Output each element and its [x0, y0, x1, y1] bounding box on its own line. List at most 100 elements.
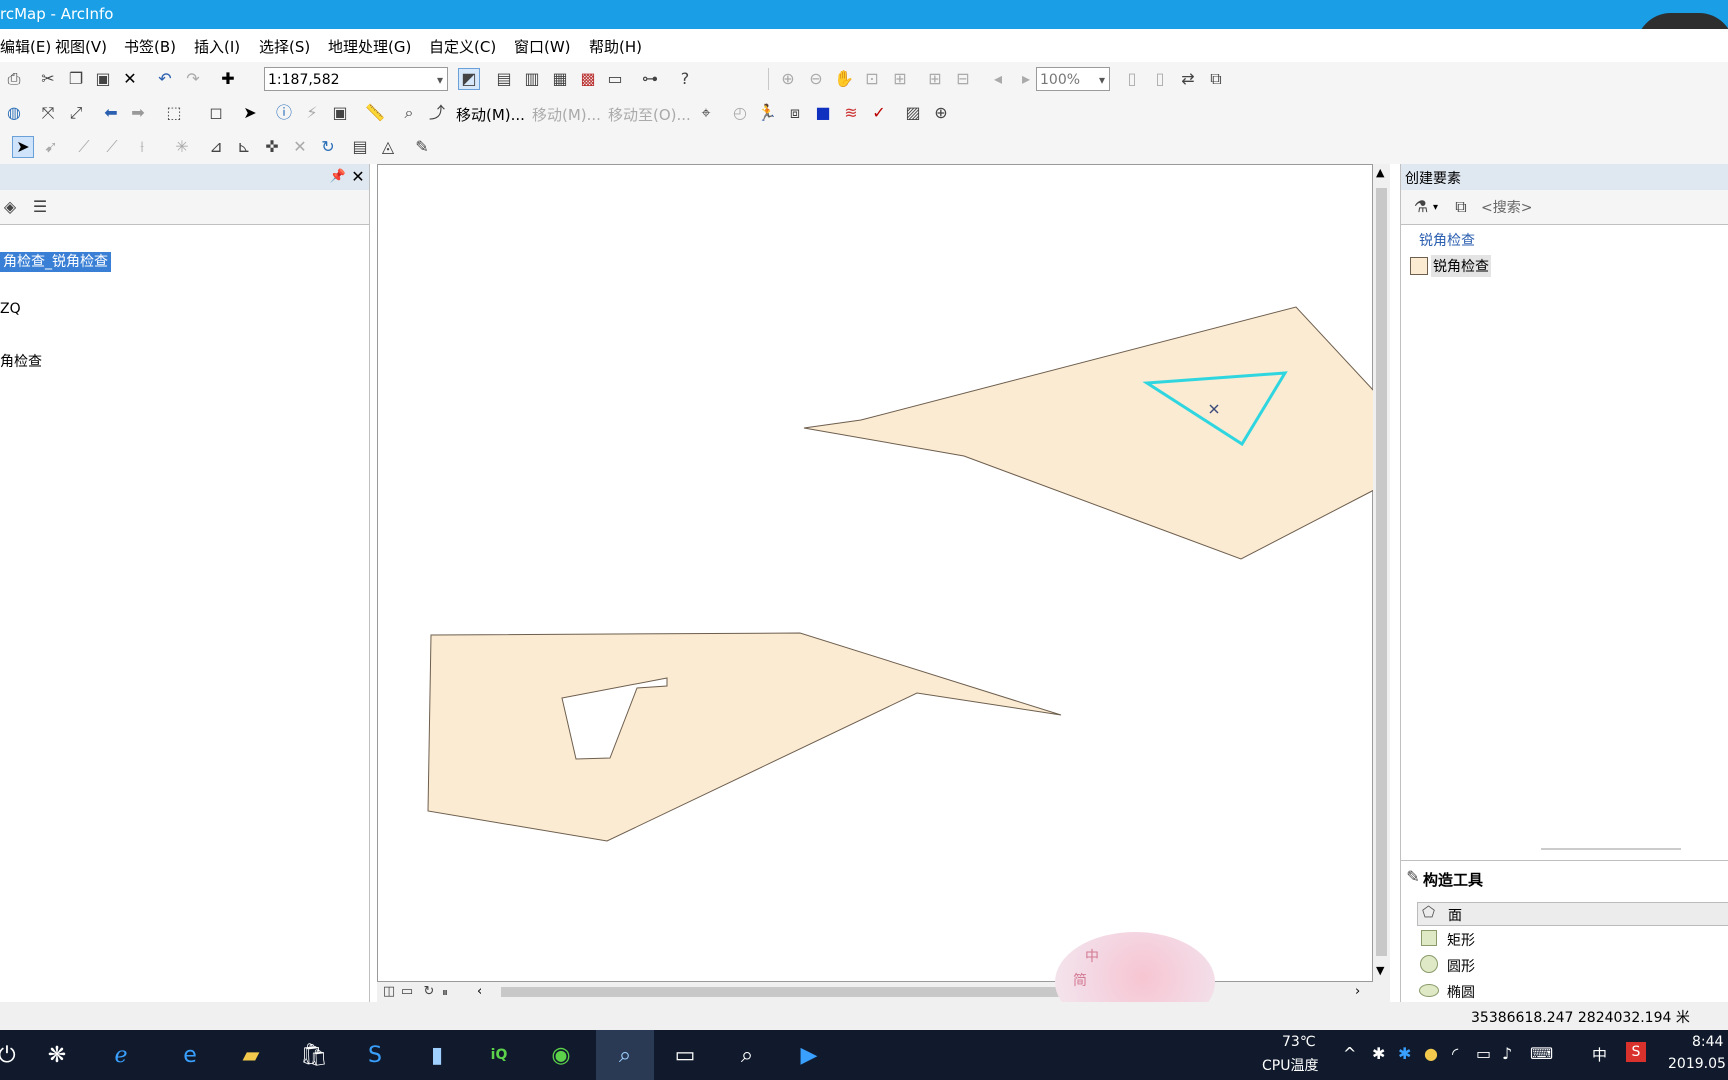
search-input[interactable]: <搜索>: [1481, 197, 1532, 217]
app-icon[interactable]: ❋: [40, 1038, 74, 1072]
recorder-icon[interactable]: ▶: [792, 1038, 826, 1072]
wifi-icon[interactable]: ◜: [1452, 1044, 1458, 1063]
menu-insert[interactable]: 插入(I): [194, 36, 240, 57]
time-slider-icon[interactable]: ◴: [730, 103, 750, 123]
fixed-zoom-in-icon[interactable]: ⊞: [925, 69, 945, 89]
start-icon[interactable]: ⏻: [0, 1038, 24, 1072]
print-icon[interactable]: ⎙: [4, 69, 24, 89]
volume-icon[interactable]: ♪: [1502, 1044, 1512, 1063]
color-square-icon[interactable]: ■: [813, 103, 833, 123]
bluetooth-icon[interactable]: ✱: [1398, 1044, 1411, 1063]
toggle-draft-icon[interactable]: ▯: [1122, 69, 1142, 89]
browser-icon[interactable]: ◉: [544, 1038, 578, 1072]
layout-zoom-out-icon[interactable]: ⊖: [806, 69, 826, 89]
filter-icon[interactable]: ⚗: [1411, 197, 1431, 217]
redo-icon[interactable]: ↷: [183, 69, 203, 89]
sogou-icon[interactable]: S: [1626, 1042, 1646, 1062]
focus-data-frame-icon[interactable]: ▯: [1150, 69, 1170, 89]
vertical-scrollbar[interactable]: ▲ ▼: [1373, 164, 1390, 982]
point-icon[interactable]: ✳: [172, 137, 192, 157]
image-analysis-icon[interactable]: ▨: [903, 103, 923, 123]
paste-icon[interactable]: ▣: [93, 69, 113, 89]
clear-selection-icon[interactable]: ◻: [206, 103, 226, 123]
select-features-icon[interactable]: ⬚: [164, 103, 184, 123]
move-command[interactable]: 移动(M)...: [456, 104, 525, 125]
layout-zoom-in-icon[interactable]: ⊕: [778, 69, 798, 89]
edit-tool-icon[interactable]: ➤: [12, 136, 34, 158]
iqiyi-icon[interactable]: iQ: [482, 1038, 516, 1072]
toc-layer-1[interactable]: ZQ: [0, 301, 21, 317]
chevron-up-icon[interactable]: ^: [1343, 1044, 1356, 1063]
zoom-to-extent-icon[interactable]: ⤢: [66, 103, 86, 123]
menu-customize[interactable]: 自定义(C): [429, 36, 496, 57]
editor-toolbar-icon[interactable]: ◩: [458, 68, 480, 90]
forward-extent-icon[interactable]: ▸: [1016, 69, 1036, 89]
chevron-down-icon[interactable]: ▾: [1433, 202, 1438, 213]
feature-template[interactable]: 锐角检查: [1410, 255, 1491, 277]
editor-icon[interactable]: ✓: [869, 103, 889, 123]
list-by-drawing-order-icon[interactable]: ☰: [30, 197, 50, 217]
cut-polygon-icon[interactable]: ✜: [262, 137, 282, 157]
layers-icon[interactable]: ≋: [841, 103, 861, 123]
attributes-icon[interactable]: ▤: [350, 137, 370, 157]
search-window-icon[interactable]: ▦: [550, 69, 570, 89]
globe-icon[interactable]: ◍: [4, 103, 24, 123]
data-driven-pages-icon[interactable]: ⧉: [1206, 69, 1226, 89]
edit-vertices-icon[interactable]: ⊿: [206, 137, 226, 157]
full-extent-icon[interactable]: ⤧: [38, 103, 58, 123]
delete-icon[interactable]: ✕: [120, 69, 140, 89]
ie-icon[interactable]: ℯ: [104, 1038, 138, 1072]
menu-geoprocessing[interactable]: 地理处理(G): [328, 36, 411, 57]
notes-icon[interactable]: ▮: [420, 1038, 454, 1072]
reshape-icon[interactable]: ⊾: [234, 137, 254, 157]
toc-layer-0[interactable]: 角检查_锐角检查: [0, 251, 111, 272]
map-canvas[interactable]: [378, 165, 1374, 983]
skype-icon[interactable]: S: [358, 1038, 392, 1072]
edit-annotation-icon[interactable]: ➹: [41, 137, 61, 157]
find-icon[interactable]: ⌕: [399, 103, 419, 123]
zoom-100-icon[interactable]: ⊞: [890, 69, 910, 89]
menu-selection[interactable]: 选择(S): [259, 36, 310, 57]
list-by-source-icon[interactable]: ◈: [0, 197, 20, 217]
scale-combo[interactable]: 1:187,582 ▾: [264, 67, 448, 91]
table-icon[interactable]: ▤: [494, 69, 514, 89]
ime-indicator[interactable]: 中: [1592, 1044, 1607, 1065]
move-disabled-command[interactable]: 移动(M)...: [532, 104, 601, 125]
layout-pan-icon[interactable]: ✋: [834, 69, 854, 89]
pause-icon[interactable]: ⏸: [435, 982, 455, 1002]
scroll-left-icon[interactable]: ‹: [477, 984, 482, 999]
fixed-zoom-out-icon[interactable]: ⊟: [953, 69, 973, 89]
battery-icon[interactable]: ▭: [1476, 1044, 1491, 1063]
close-icon[interactable]: ✕: [348, 167, 368, 187]
model-builder-icon[interactable]: ⊶: [640, 69, 660, 89]
tray-icon[interactable]: ✱: [1372, 1044, 1385, 1063]
menu-window[interactable]: 窗口(W): [514, 36, 571, 57]
end-point-arc-icon[interactable]: ⟋: [102, 137, 122, 157]
toc-layer-2[interactable]: 角检查: [0, 351, 42, 371]
straight-segment-icon[interactable]: ⟋: [74, 137, 94, 157]
back-extent-icon[interactable]: ◂: [988, 69, 1008, 89]
file-explorer-icon[interactable]: ▰: [234, 1038, 268, 1072]
layout-view-icon[interactable]: ▭: [397, 982, 417, 1002]
store-icon[interactable]: 🛍: [297, 1038, 331, 1072]
splitter-handle[interactable]: [1541, 848, 1681, 850]
horizontal-scrollbar[interactable]: ◫ ▭ ↻ ⏸ ‹ ›: [377, 982, 1390, 1002]
menu-edit[interactable]: 编辑(E): [0, 36, 51, 57]
select-elements-icon[interactable]: ➤: [240, 103, 260, 123]
undo-icon[interactable]: ↶: [155, 69, 175, 89]
h-scroll-thumb[interactable]: [501, 987, 1081, 997]
map-view[interactable]: [377, 164, 1374, 983]
scroll-right-icon[interactable]: ›: [1355, 984, 1360, 999]
copy-icon[interactable]: ❐: [66, 69, 86, 89]
security-icon[interactable]: ●: [1424, 1044, 1438, 1063]
identify-icon[interactable]: ⓘ: [274, 103, 294, 123]
menu-bookmarks[interactable]: 书签(B): [124, 36, 176, 57]
route-icon[interactable]: ⤴: [427, 103, 447, 123]
organize-templates-icon[interactable]: ⧉: [1451, 197, 1471, 217]
add-data-icon[interactable]: ✚: [218, 69, 238, 89]
create-features-icon[interactable]: ✎: [412, 137, 432, 157]
whats-this-icon[interactable]: ?: [675, 69, 695, 89]
data-view-icon[interactable]: ◫: [379, 982, 399, 1002]
move-to-command[interactable]: 移动至(O)...: [608, 104, 691, 125]
back-arrow-icon[interactable]: ⬅: [101, 103, 121, 123]
